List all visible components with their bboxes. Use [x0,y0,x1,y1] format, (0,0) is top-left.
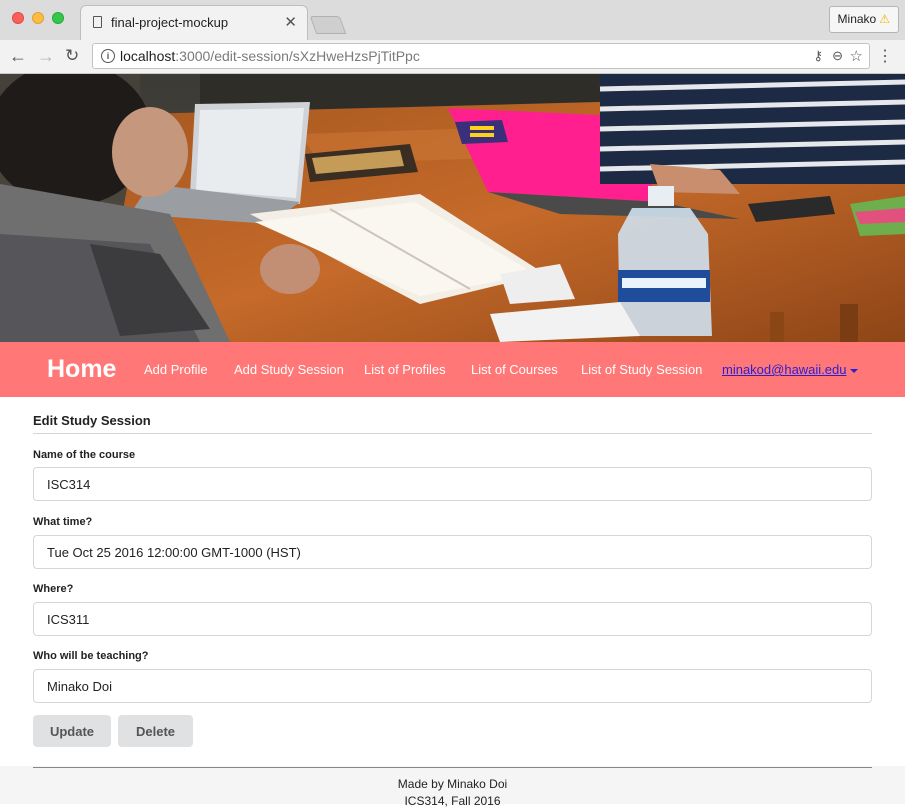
form-title: Edit Study Session [33,413,151,428]
back-arrow-icon[interactable]: ← [9,46,27,67]
location-label: Where? [33,583,74,595]
hero-photo-illustration [0,74,905,342]
nav-add-study-session[interactable]: Add Study Session [234,362,344,377]
address-bar[interactable]: i localhost:3000/edit-session/sXzHweHzsP… [92,43,870,69]
nav-add-profile[interactable]: Add Profile [144,362,208,377]
warning-icon: ⚠ [879,12,890,26]
url-host: localhost [120,48,176,64]
profile-name: Minako [837,12,877,26]
nav-list-of-courses[interactable]: List of Courses [471,362,558,377]
zoom-icon[interactable]: ⊖ [832,48,843,64]
teacher-label: Who will be teaching? [33,650,149,662]
zoom-window-button[interactable] [52,12,64,24]
course-name-input[interactable] [33,467,872,501]
top-navbar: Home Add Profile Add Study Session List … [0,342,905,397]
url-path: :3000/edit-session/sXzHweHzsPjTitPpc [175,48,420,64]
close-window-button[interactable] [12,12,24,24]
user-menu-dropdown[interactable]: minakod@hawaii.edu [722,362,858,377]
browser-tab-bar: final-project-mockup ✕ Minako ⚠ [0,0,905,41]
time-input[interactable] [33,535,872,569]
user-email: minakod@hawaii.edu [722,362,847,377]
minimize-window-button[interactable] [32,12,44,24]
home-link[interactable]: Home [47,355,116,384]
hero-image [0,74,905,342]
address-toolbar: ← → ↻ i localhost:3000/edit-session/sXzH… [0,40,905,74]
reload-icon[interactable]: ↻ [65,46,79,66]
update-button[interactable]: Update [33,715,111,747]
tab-title: final-project-mockup [111,15,229,30]
nav-list-of-profiles[interactable]: List of Profiles [364,362,446,377]
url-text[interactable]: localhost:3000/edit-session/sXzHweHzsPjT… [120,48,420,64]
form-divider [33,433,872,434]
document-icon [93,16,102,28]
close-tab-icon[interactable]: ✕ [284,13,297,31]
chevron-down-icon [849,368,858,373]
footer-credit: Made by Minako Doi [397,777,508,791]
browser-tab[interactable]: final-project-mockup ✕ [80,5,308,40]
course-name-label: Name of the course [33,449,136,461]
bookmark-star-icon[interactable]: ☆ [850,47,863,65]
key-icon[interactable]: ⚷ [813,48,823,64]
nav-list-of-study-session[interactable]: List of Study Session [581,362,702,377]
delete-button[interactable]: Delete [118,715,193,747]
info-icon[interactable]: i [101,49,115,63]
footer-course: ICS314, Fall 2016 [404,794,501,808]
new-tab-button[interactable] [309,16,347,34]
teacher-input[interactable] [33,669,872,703]
time-label: What time? [33,516,93,528]
profile-button[interactable]: Minako ⚠ [828,6,899,33]
location-input[interactable] [33,602,872,636]
browser-menu-icon[interactable]: ⋮ [877,46,893,66]
footer-divider [33,767,872,768]
forward-arrow-icon[interactable]: → [37,46,55,67]
